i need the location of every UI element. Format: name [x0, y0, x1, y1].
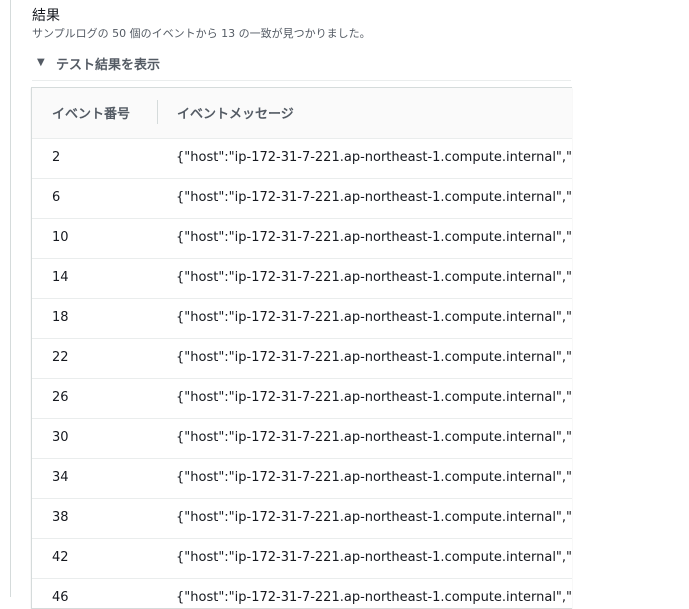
show-test-results-toggle[interactable]: ▼ テスト結果を表示: [32, 52, 571, 81]
event-number-cell: 42: [52, 550, 69, 565]
event-message-cell: {"host":"ip-172-31-7-221.ap-northeast-1.…: [176, 310, 572, 325]
event-message-cell: {"host":"ip-172-31-7-221.ap-northeast-1.…: [176, 390, 572, 405]
event-number-cell: 26: [52, 390, 69, 405]
event-message-cell: {"host":"ip-172-31-7-221.ap-northeast-1.…: [176, 150, 572, 165]
event-number-cell: 10: [52, 230, 69, 245]
event-number-cell: 14: [52, 270, 69, 285]
table-row: 38 {"host":"ip-172-31-7-221.ap-northeast-…: [32, 499, 572, 539]
event-message-cell: {"host":"ip-172-31-7-221.ap-northeast-1.…: [176, 350, 572, 365]
table-row: 34 {"host":"ip-172-31-7-221.ap-northeast-…: [32, 459, 572, 499]
event-number-cell: 34: [52, 470, 69, 485]
event-message-cell: {"host":"ip-172-31-7-221.ap-northeast-1.…: [176, 550, 572, 565]
table-row: 26 {"host":"ip-172-31-7-221.ap-northeast-…: [32, 379, 572, 419]
event-message-cell: {"host":"ip-172-31-7-221.ap-northeast-1.…: [176, 230, 572, 245]
results-summary: サンプルログの 50 個のイベントから 13 の一致が見つかりました。: [32, 27, 371, 40]
event-number-cell: 38: [52, 510, 69, 525]
event-number-cell: 30: [52, 430, 69, 445]
table-row: 22 {"host":"ip-172-31-7-221.ap-northeast-…: [32, 339, 572, 379]
table-body: 2 {"host":"ip-172-31-7-221.ap-northeast-1…: [32, 139, 572, 608]
event-message-cell: {"host":"ip-172-31-7-221.ap-northeast-1.…: [176, 510, 572, 525]
table-row: 42 {"host":"ip-172-31-7-221.ap-northeast-…: [32, 539, 572, 579]
column-header-event-message[interactable]: イベントメッセージ: [177, 103, 294, 122]
event-message-cell: {"host":"ip-172-31-7-221.ap-northeast-1.…: [176, 590, 572, 605]
panel-left-border: [10, 0, 11, 597]
caret-down-icon: ▼: [37, 57, 45, 68]
results-section: 結果 サンプルログの 50 個のイベントから 13 の一致が見つかりました。 ▼…: [32, 6, 572, 81]
table-header: イベント番号 イベントメッセージ: [32, 88, 572, 139]
table-row: 10 {"host":"ip-172-31-7-221.ap-northeast-…: [32, 219, 572, 259]
event-number-cell: 18: [52, 310, 69, 325]
table-row: 18 {"host":"ip-172-31-7-221.ap-northeast-…: [32, 299, 572, 339]
show-test-results-label: テスト結果を表示: [56, 58, 161, 73]
results-table: イベント番号 イベントメッセージ 2 {"host":"ip-172-31-7-2…: [31, 87, 572, 609]
event-number-cell: 46: [52, 590, 69, 605]
column-resize-handle[interactable]: [157, 100, 158, 124]
table-row: 14 {"host":"ip-172-31-7-221.ap-northeast-…: [32, 259, 572, 299]
event-message-cell: {"host":"ip-172-31-7-221.ap-northeast-1.…: [176, 470, 572, 485]
table-row: 30 {"host":"ip-172-31-7-221.ap-northeast-…: [32, 419, 572, 459]
results-title: 結果: [32, 8, 60, 24]
table-row: 46 {"host":"ip-172-31-7-221.ap-northeast-…: [32, 579, 572, 608]
column-header-event-number[interactable]: イベント番号: [52, 103, 130, 122]
event-number-cell: 2: [52, 150, 61, 165]
event-number-cell: 6: [52, 190, 61, 205]
event-message-cell: {"host":"ip-172-31-7-221.ap-northeast-1.…: [176, 270, 572, 285]
event-number-cell: 22: [52, 350, 69, 365]
table-row: 2 {"host":"ip-172-31-7-221.ap-northeast-1…: [32, 139, 572, 179]
table-row: 6 {"host":"ip-172-31-7-221.ap-northeast-1…: [32, 179, 572, 219]
event-message-cell: {"host":"ip-172-31-7-221.ap-northeast-1.…: [176, 190, 572, 205]
event-message-cell: {"host":"ip-172-31-7-221.ap-northeast-1.…: [176, 430, 572, 445]
